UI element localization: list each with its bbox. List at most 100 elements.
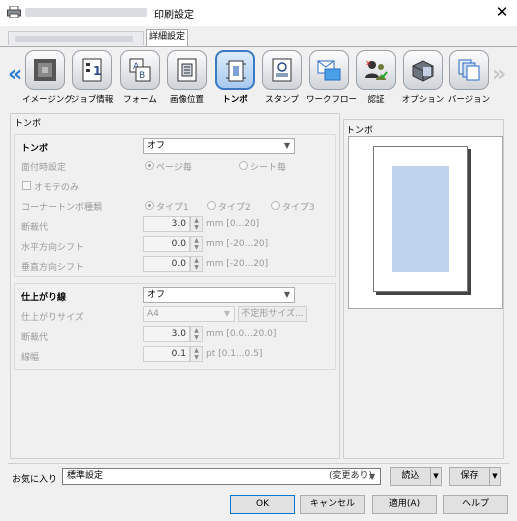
load-button[interactable]: 読込: [390, 467, 431, 486]
favorites-label: お気に入り: [12, 475, 58, 485]
chevron-down-icon: ▼: [283, 141, 290, 150]
ribbon-item-imaging[interactable]: イメージング: [22, 50, 73, 108]
finish-line-select[interactable]: オフ ▼: [143, 287, 295, 303]
favorites-select[interactable]: 標準設定 (変更あり) ▼: [62, 468, 381, 485]
radio-type3-label: タイプ3: [282, 203, 315, 213]
ok-button[interactable]: OK: [230, 495, 295, 514]
finish-size-select[interactable]: A4 ▼: [143, 306, 235, 322]
bleed-input[interactable]: 3.0: [143, 216, 190, 232]
chevron-down-icon: ▼: [283, 290, 290, 299]
radio-per-sheet[interactable]: [239, 161, 248, 170]
ribbon-label: 認証: [367, 95, 385, 105]
bleed-spinner[interactable]: ▲ ▼: [190, 216, 203, 232]
apply-button[interactable]: 適用(A): [372, 495, 437, 514]
finish-bleed-unit: mm [0.0...20.0]: [206, 329, 277, 339]
front-only-checkbox[interactable]: [22, 181, 31, 190]
radio-type1-label: タイプ1: [156, 203, 189, 213]
hshift-input[interactable]: 0.0: [143, 236, 190, 252]
finish-bleed-input[interactable]: 3.0: [143, 326, 190, 342]
job-info-icon: 1: [72, 50, 112, 90]
line-width-unit: pt [0.1...0.5]: [206, 349, 263, 359]
chevron-down-icon: ▼: [223, 309, 230, 318]
version-icon: [449, 50, 489, 90]
radio-per-page[interactable]: [145, 161, 154, 170]
panel-title: トンボ: [14, 119, 42, 129]
ribbon-item-form[interactable]: AB フォーム: [117, 50, 163, 108]
vshift-unit: mm [-20...20]: [206, 259, 269, 269]
line-width-label: 線幅: [21, 353, 40, 363]
load-menu-chevron-icon[interactable]: ▼: [430, 467, 442, 486]
workflow-icon: [309, 50, 349, 90]
bleed-label: 断裁代: [21, 223, 49, 233]
radio-type2[interactable]: [207, 201, 216, 210]
line-width-input[interactable]: 0.1: [143, 346, 190, 362]
vshift-input[interactable]: 0.0: [143, 256, 190, 272]
save-menu-chevron-icon[interactable]: ▼: [489, 467, 501, 486]
separator: [8, 463, 509, 464]
ribbon-item-image-position[interactable]: 画像位置: [164, 50, 210, 108]
ribbon-label: スタンプ: [265, 95, 299, 105]
finish-bleed-spinner[interactable]: ▲ ▼: [190, 326, 203, 342]
ribbon-label: ワークフロー: [306, 95, 358, 105]
close-icon[interactable]: ✕: [493, 3, 511, 21]
svg-text:✕: ✕: [365, 59, 372, 68]
ribbon-label: ジョブ情報: [70, 95, 114, 105]
title-bar: 印刷設定 ✕: [0, 0, 517, 26]
svg-text:B: B: [139, 71, 145, 81]
duplex-setting-label: 面付時設定: [21, 163, 67, 173]
image-position-icon: [167, 50, 207, 90]
ribbon-scroll-right-icon[interactable]: »: [492, 62, 506, 90]
printer-icon: [7, 6, 21, 18]
ribbon-item-stamp[interactable]: スタンプ: [259, 50, 305, 108]
form-icon: AB: [120, 50, 160, 90]
finish-bleed-label: 断裁代: [21, 333, 49, 343]
favorites-value: 標準設定: [67, 471, 104, 481]
save-button[interactable]: 保存: [449, 467, 490, 486]
radio-per-sheet-label: シート毎: [250, 163, 287, 173]
finish-line-label: 仕上がり線: [21, 293, 67, 303]
authentication-icon: ✕: [356, 50, 396, 90]
ribbon-label: 画像位置: [169, 95, 204, 105]
radio-type1[interactable]: [145, 201, 154, 210]
front-only-label: オモテのみ: [34, 183, 80, 193]
ribbon-item-crop-marks[interactable]: トンボ: [212, 50, 258, 108]
ribbon-item-version[interactable]: バージョン: [446, 50, 492, 108]
ribbon-label: バージョン: [447, 95, 491, 105]
imaging-icon: [25, 50, 65, 90]
vshift-label: 垂直方向シフト: [21, 263, 85, 273]
preview-image-area: [392, 166, 449, 272]
hshift-label: 水平方向シフト: [21, 243, 85, 253]
ribbon-item-authentication[interactable]: ✕ 認証: [353, 50, 399, 108]
hshift-spinner[interactable]: ▲ ▼: [190, 236, 203, 252]
finish-size-label: 仕上がりサイズ: [21, 313, 84, 323]
tab-blurred[interactable]: [8, 31, 144, 45]
preview-title: トンボ: [346, 126, 374, 136]
bleed-unit: mm [0...20]: [206, 219, 260, 229]
ribbon-item-job-info[interactable]: 1 ジョブ情報: [69, 50, 115, 108]
crop-marks-label: トンボ: [21, 144, 49, 154]
ribbon-item-workflow[interactable]: ワークフロー: [306, 50, 358, 108]
hshift-unit: mm [-20...20]: [206, 239, 269, 249]
radio-type3[interactable]: [271, 201, 280, 210]
svg-text:1: 1: [93, 64, 101, 78]
vshift-spinner[interactable]: ▲ ▼: [190, 256, 203, 272]
corner-type-label: コーナートンボ種類: [21, 203, 103, 213]
cancel-button[interactable]: キャンセル: [300, 495, 365, 514]
crop-marks-icon: [215, 50, 255, 90]
ribbon-scroll-left-icon[interactable]: «: [8, 62, 22, 90]
ribbon-label: オプション: [401, 95, 445, 105]
stamp-icon: [262, 50, 302, 90]
ribbon-item-options[interactable]: オプション: [400, 50, 446, 108]
window-title: 印刷設定: [154, 10, 194, 21]
line-width-spinner[interactable]: ▲ ▼: [190, 346, 203, 362]
printer-name-blurred: [25, 8, 147, 17]
ribbon-label: トンボ: [222, 95, 248, 105]
ribbon-label: イメージング: [22, 95, 73, 105]
options-icon: [403, 50, 443, 90]
help-button[interactable]: ヘルプ: [443, 495, 508, 514]
tab-advanced-settings[interactable]: 詳細設定: [146, 29, 188, 46]
radio-type2-label: タイプ2: [218, 203, 251, 213]
custom-size-button[interactable]: 不定形サイズ...: [238, 306, 307, 322]
chevron-down-icon: ▼: [369, 472, 376, 481]
crop-marks-select[interactable]: オフ ▼: [143, 138, 295, 154]
